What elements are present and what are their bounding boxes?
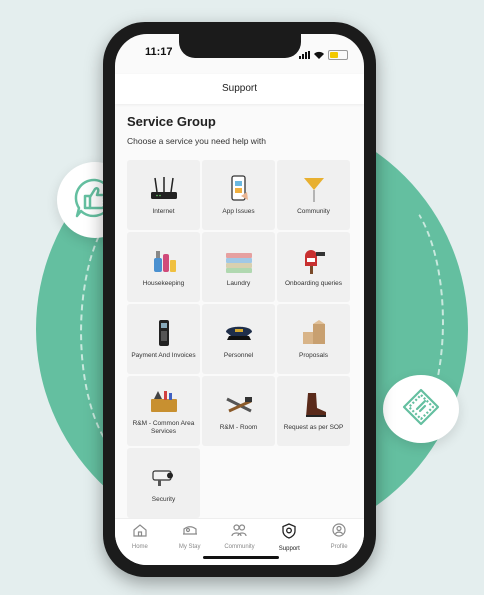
service-label: Internet <box>152 207 175 215</box>
tab-label: Home <box>131 544 148 550</box>
service-internet[interactable]: Internet <box>127 160 200 230</box>
signal-icon <box>299 51 310 59</box>
phone-frame: 11:17 Support Service Group Choose a ser… <box>103 22 376 577</box>
service-community[interactable]: Community <box>277 160 350 230</box>
phone-screen: 11:17 Support Service Group Choose a ser… <box>115 34 364 565</box>
service-housekeeping[interactable]: Housekeeping <box>127 232 200 302</box>
service-onboarding[interactable]: Onboarding queries <box>277 232 350 302</box>
service-app-issues[interactable]: App Issues <box>202 160 275 230</box>
laundry-icon <box>223 246 255 276</box>
cleaning-icon <box>149 246 179 276</box>
battery-icon <box>328 50 348 60</box>
bed-icon <box>182 523 198 542</box>
cctv-icon <box>149 462 179 492</box>
service-request-sop[interactable]: Request as per SOP <box>277 376 350 446</box>
tab-profile[interactable]: Profile <box>317 523 361 550</box>
wifi-icon <box>314 46 324 64</box>
service-label: Community <box>297 207 330 215</box>
service-personnel[interactable]: Personnel <box>202 304 275 374</box>
section-subtitle: Choose a service you need help with <box>127 136 266 146</box>
status-time: 11:17 <box>145 46 173 58</box>
service-label: R&M - Room <box>219 423 258 431</box>
service-proposals[interactable]: Proposals <box>277 304 350 374</box>
service-security[interactable]: Security <box>127 448 200 518</box>
service-label: Payment And Invoices <box>131 351 196 359</box>
router-icon <box>148 174 180 204</box>
cap-icon <box>223 318 255 348</box>
status-icons <box>299 46 348 64</box>
tab-community[interactable]: Community <box>217 523 261 550</box>
service-label: App Issues <box>222 207 255 215</box>
card-machine-icon <box>154 318 174 348</box>
service-rm-room[interactable]: R&M - Room <box>202 376 275 446</box>
phone-app-icon <box>227 174 251 204</box>
tab-support[interactable]: Support <box>267 523 311 552</box>
tab-label: Community <box>224 544 255 550</box>
service-label: Housekeeping <box>142 279 185 287</box>
tools-icon <box>223 390 255 420</box>
home-icon <box>132 523 148 542</box>
toolbox-icon <box>148 386 180 416</box>
notch <box>179 34 301 58</box>
profile-icon <box>331 523 347 542</box>
ticket-icon <box>401 387 441 432</box>
service-payment[interactable]: Payment And Invoices <box>127 304 200 374</box>
mailbox-icon <box>299 246 329 276</box>
service-label: Proposals <box>299 351 328 359</box>
tab-label: Support <box>278 546 300 552</box>
service-label: Onboarding queries <box>284 279 343 287</box>
service-label: Laundry <box>226 279 251 287</box>
page-title: Support <box>221 83 258 94</box>
people-icon <box>231 523 248 542</box>
service-label: Request as per SOP <box>283 423 344 431</box>
service-label: Security <box>151 495 176 503</box>
section-title: Service Group <box>127 114 216 129</box>
home-indicator[interactable] <box>203 556 279 559</box>
service-grid: Internet App Issues Community Housekeepi… <box>127 160 351 518</box>
support-icon <box>281 523 297 544</box>
page-header: Support <box>115 74 364 104</box>
tab-my-stay[interactable]: My Stay <box>168 523 212 550</box>
tab-home[interactable]: Home <box>118 523 162 550</box>
boxes-icon <box>299 318 329 348</box>
service-label: Personnel <box>223 351 254 359</box>
tab-label: Profile <box>330 544 348 550</box>
service-rm-common[interactable]: R&M - Common Area Services <box>127 376 200 446</box>
ticket-bubble <box>383 375 459 443</box>
service-laundry[interactable]: Laundry <box>202 232 275 302</box>
boot-icon <box>299 390 329 420</box>
service-label: R&M - Common Area Services <box>132 419 195 435</box>
tab-label: My Stay <box>178 544 201 550</box>
balloon-icon <box>301 174 327 204</box>
